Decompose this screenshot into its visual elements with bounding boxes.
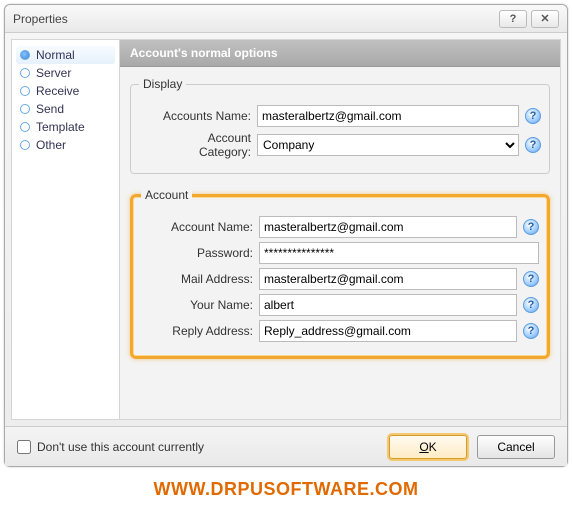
accounts-name-input[interactable] xyxy=(257,105,519,127)
your-name-row: Your Name: ? xyxy=(141,294,539,316)
radio-icon xyxy=(20,68,30,78)
sidebar-item-send[interactable]: Send xyxy=(16,100,115,118)
reply-address-label: Reply Address: xyxy=(141,324,253,338)
mail-address-input[interactable] xyxy=(259,268,517,290)
panel-header: Account's normal options xyxy=(120,40,560,67)
dialog-footer: Don't use this account currently OK Canc… xyxy=(5,426,567,466)
sidebar-item-label: Other xyxy=(36,138,66,152)
close-button[interactable]: ✕ xyxy=(531,10,559,28)
password-label: Password: xyxy=(141,246,253,260)
sidebar-item-label: Receive xyxy=(36,84,79,98)
radio-icon xyxy=(20,104,30,114)
radio-icon xyxy=(20,86,30,96)
reply-address-input[interactable] xyxy=(259,320,517,342)
sidebar-item-server[interactable]: Server xyxy=(16,64,115,82)
ok-button[interactable]: OK xyxy=(389,435,467,459)
reply-address-row: Reply Address: ? xyxy=(141,320,539,342)
sidebar-item-template[interactable]: Template xyxy=(16,118,115,136)
account-legend: Account xyxy=(141,188,192,202)
window-title: Properties xyxy=(13,12,495,26)
account-category-select[interactable]: Company xyxy=(257,134,519,156)
sidebar-item-receive[interactable]: Receive xyxy=(16,82,115,100)
help-icon[interactable]: ? xyxy=(523,297,539,313)
titlebar: Properties ? ✕ xyxy=(5,5,567,33)
display-legend: Display xyxy=(139,77,186,91)
your-name-label: Your Name: xyxy=(141,298,253,312)
help-icon[interactable]: ? xyxy=(523,219,539,235)
panel-content: Display Accounts Name: ? AccountCategory… xyxy=(120,67,560,419)
sidebar-item-label: Send xyxy=(36,102,64,116)
radio-icon xyxy=(20,122,30,132)
account-name-input[interactable] xyxy=(259,216,517,238)
main-panel: Account's normal options Display Account… xyxy=(119,39,561,420)
account-name-label: Account Name: xyxy=(141,220,253,234)
help-button[interactable]: ? xyxy=(499,10,527,28)
sidebar-item-label: Template xyxy=(36,120,85,134)
cancel-button[interactable]: Cancel xyxy=(477,435,555,459)
account-category-row: AccountCategory: Company ? xyxy=(139,131,541,159)
sidebar: Normal Server Receive Send Template Othe… xyxy=(11,39,119,420)
display-group: Display Accounts Name: ? AccountCategory… xyxy=(130,77,550,174)
sidebar-item-normal[interactable]: Normal xyxy=(16,46,115,64)
sidebar-item-other[interactable]: Other xyxy=(16,136,115,154)
watermark: WWW.DRPUSOFTWARE.COM xyxy=(0,479,572,500)
ok-text: K xyxy=(429,440,437,454)
dont-use-label: Don't use this account currently xyxy=(37,440,204,454)
sidebar-item-label: Server xyxy=(36,66,71,80)
account-category-label: AccountCategory: xyxy=(139,131,251,159)
mail-address-row: Mail Address: ? xyxy=(141,268,539,290)
mail-address-label: Mail Address: xyxy=(141,272,253,286)
dont-use-checkbox[interactable] xyxy=(17,440,31,454)
dont-use-checkbox-row[interactable]: Don't use this account currently xyxy=(17,440,379,454)
your-name-input[interactable] xyxy=(259,294,517,316)
accounts-name-row: Accounts Name: ? xyxy=(139,105,541,127)
radio-icon xyxy=(20,140,30,150)
help-icon[interactable]: ? xyxy=(525,137,541,153)
accounts-name-label: Accounts Name: xyxy=(139,109,251,123)
dialog-body: Normal Server Receive Send Template Othe… xyxy=(5,33,567,426)
password-row: Password: xyxy=(141,242,539,264)
password-input[interactable] xyxy=(259,242,539,264)
account-group: Account Account Name: ? Password: Mail A… xyxy=(130,188,550,359)
help-icon[interactable]: ? xyxy=(523,323,539,339)
help-icon[interactable]: ? xyxy=(523,271,539,287)
help-icon[interactable]: ? xyxy=(525,108,541,124)
properties-dialog: Properties ? ✕ Normal Server Receive Sen… xyxy=(4,4,568,467)
sidebar-item-label: Normal xyxy=(36,48,75,62)
radio-icon xyxy=(20,50,30,60)
account-name-row: Account Name: ? xyxy=(141,216,539,238)
